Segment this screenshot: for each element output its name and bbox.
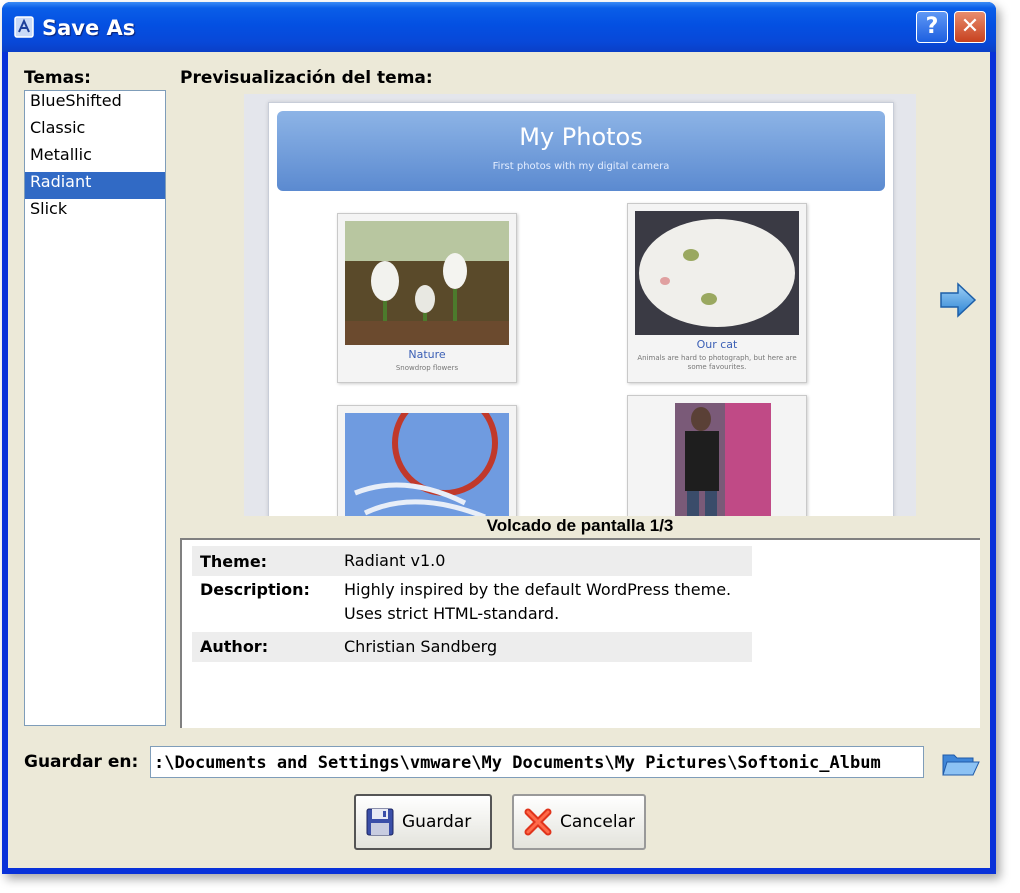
save-button[interactable]: Guardar	[354, 794, 492, 850]
dialog-body: Temas: BlueShifted Classic Metallic Radi…	[8, 52, 990, 868]
app-icon	[14, 16, 34, 38]
folder-open-icon[interactable]	[940, 747, 980, 779]
info-row-description: Description: Highly inspired by the defa…	[192, 576, 752, 632]
themes-label: Temas:	[24, 68, 91, 88]
thumbnail-sky	[337, 405, 517, 516]
theme-info-panel: Theme: Radiant v1.0 Description: Highly …	[180, 538, 980, 728]
thumbnail-description: Animals are hard to photograph, but here…	[637, 354, 797, 371]
theme-item-slick[interactable]: Slick	[25, 199, 165, 226]
preview-header: My Photos First photos with my digital c…	[277, 111, 885, 191]
save-location-label: Guardar en:	[24, 752, 139, 772]
thumbnail-nature: Nature Snowdrop flowers	[337, 213, 517, 383]
thumbnail-caption: Our cat	[696, 338, 738, 351]
preview-page-title: My Photos	[519, 123, 643, 151]
red-x-icon	[524, 808, 552, 836]
preview-page: My Photos First photos with my digital c…	[268, 102, 894, 516]
preview-label: Previsualización del tema:	[180, 68, 433, 88]
cancel-button[interactable]: Cancelar	[512, 794, 646, 850]
save-path-field[interactable]: :\Documents and Settings\vmware\My Docum…	[150, 746, 924, 778]
author-value: Christian Sandberg	[344, 637, 498, 656]
theme-item-blueshifted[interactable]: BlueShifted	[25, 91, 165, 118]
person-photo	[635, 403, 799, 516]
theme-item-metallic[interactable]: Metallic	[25, 145, 165, 172]
floppy-disk-icon	[366, 808, 394, 836]
preview-page-subtitle: First photos with my digital camera	[492, 161, 670, 172]
description-key: Description:	[200, 580, 310, 599]
help-button[interactable]: ?	[916, 11, 948, 43]
nature-photo	[345, 221, 509, 345]
description-line-2: Uses strict HTML-standard.	[344, 604, 560, 623]
close-icon: ✕	[960, 14, 980, 39]
cat-photo	[635, 211, 799, 335]
save-button-label: Guardar	[402, 812, 472, 832]
save-path-value: :\Documents and Settings\vmware\My Docum…	[154, 753, 881, 773]
thumbnail-description: Snowdrop flowers	[395, 364, 459, 372]
theme-item-radiant[interactable]: Radiant	[25, 172, 165, 199]
author-key: Author:	[200, 637, 269, 656]
thumbnail-person	[627, 395, 807, 516]
theme-list[interactable]: BlueShifted Classic Metallic Radiant Sli…	[24, 90, 166, 726]
info-row-theme: Theme: Radiant v1.0	[192, 546, 752, 576]
description-line-1: Highly inspired by the default WordPress…	[344, 580, 732, 599]
info-row-author: Author: Christian Sandberg	[192, 632, 752, 662]
close-button[interactable]: ✕	[954, 11, 986, 43]
window-title: Save As	[42, 16, 136, 40]
next-arrow-icon[interactable]	[938, 280, 978, 320]
screenshot-counter: Volcado de pantalla 1/3	[486, 516, 674, 535]
theme-value: Radiant v1.0	[344, 551, 446, 570]
help-icon: ?	[925, 14, 939, 39]
theme-preview: My Photos First photos with my digital c…	[244, 94, 916, 516]
title-bar[interactable]: Save As ? ✕	[2, 2, 996, 52]
theme-key: Theme:	[200, 552, 268, 571]
thumbnail-cat: Our cat Animals are hard to photograph, …	[627, 203, 807, 383]
theme-item-classic[interactable]: Classic	[25, 118, 165, 145]
save-as-dialog: Save As ? ✕ Temas: BlueShifted Classic M…	[2, 2, 996, 874]
cancel-button-label: Cancelar	[560, 812, 635, 832]
sky-photo	[345, 413, 509, 516]
thumbnail-caption: Nature	[408, 348, 446, 361]
